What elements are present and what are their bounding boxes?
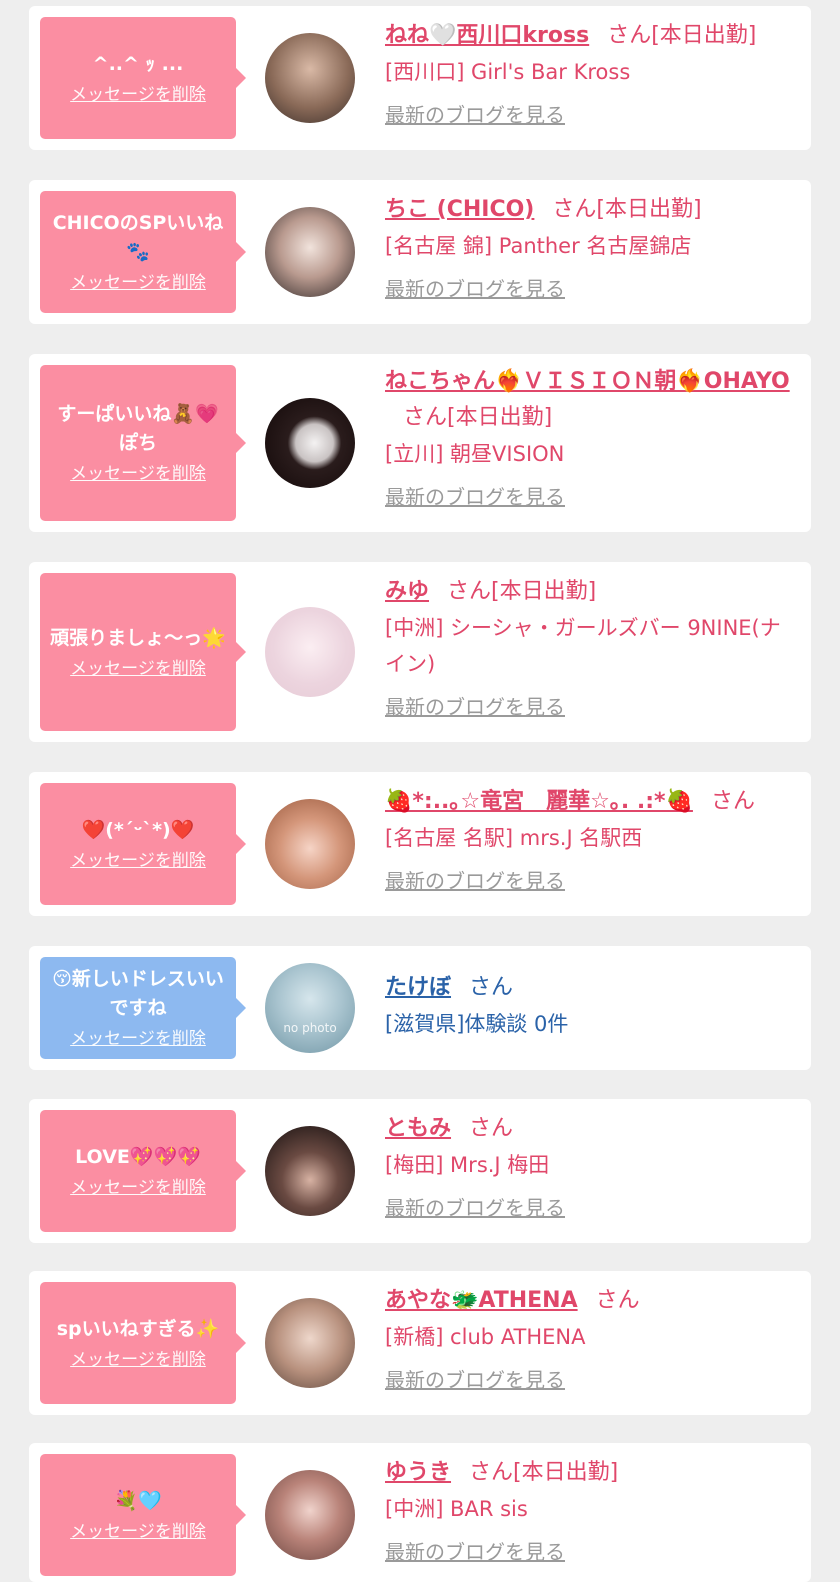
message-bubble: 😚新しいドレスいいですね メッセージを削除 [40,957,246,1059]
shop-name: [名古屋 錦] Panther 名古屋錦店 [385,234,692,258]
delete-message-link[interactable]: メッセージを削除 [70,1027,206,1051]
message-text: 😚新しいドレスいいですね [52,968,224,1019]
shop-name: [中洲] BAR sis [385,1497,528,1521]
latest-blog-link[interactable]: 最新のブログを見る [385,1363,565,1397]
latest-blog-link[interactable]: 最新のブログを見る [385,98,565,132]
message-text: 💐🩵 [114,1489,162,1512]
avatar[interactable] [265,207,355,297]
honorific: さん [403,405,448,430]
user-name-link[interactable]: たけぼ [385,975,451,1000]
delete-message-link[interactable]: メッセージを削除 [70,1176,206,1200]
user-name-link[interactable]: みゆ [385,579,429,604]
message-text: spいいねすぎる✨ [56,1317,220,1340]
delete-message-link[interactable]: メッセージを削除 [70,1520,206,1544]
honorific: さん [607,23,652,48]
shop-name: [梅田] Mrs.J 梅田 [385,1153,550,1177]
message-bubble: 💐🩵 メッセージを削除 [40,1454,246,1576]
user-name-link[interactable]: ともみ [385,1116,451,1141]
message-text: 頑張りましょ〜っ🌟 [50,626,226,649]
avatar[interactable] [265,398,355,488]
latest-blog-link[interactable]: 最新のブログを見る [385,690,565,724]
user-name-link[interactable]: ねね🤍西川口kross [385,23,589,48]
message-bubble: 頑張りましょ〜っ🌟 メッセージを削除 [40,573,246,731]
status-badge: [本日出勤] [447,405,553,430]
status-badge: [本日出勤] [651,23,757,48]
message-bubble: spいいねすぎる✨ メッセージを削除 [40,1282,246,1404]
message-bubble: すーぱいいね🧸💗ぽち メッセージを削除 [40,365,246,521]
honorific: さん [469,975,514,1000]
status-badge: [本日出勤] [491,579,597,604]
message-bubble: LOVE💖💖💖 メッセージを削除 [40,1110,246,1232]
review-count: [滋賀県]体験談 0件 [385,1012,569,1036]
message-text: すーぱいいね🧸💗ぽち [57,403,219,454]
list-item: ^..^ ｯ ... メッセージを削除 ねね🤍西川口kross さん[本日出勤] … [29,6,811,150]
user-name-link[interactable]: ちこ (CHICO) [385,197,534,222]
no-photo-label: no photo [283,1021,337,1035]
honorific: さん [469,1116,514,1141]
list-item: CHICOのSPいいね🐾 メッセージを削除 ちこ (CHICO) さん[本日出勤]… [29,180,811,324]
message-bubble: ❤️(*´ᵕ`*)❤️ メッセージを削除 [40,783,246,905]
list-item: 💐🩵 メッセージを削除 ゆうき さん[本日出勤] [中洲] BAR sis 最新の… [29,1443,811,1582]
list-item: すーぱいいね🧸💗ぽち メッセージを削除 ねこちゃん❤️‍🔥ＶＩＳＩＯＮ朝❤️‍🔥… [29,354,811,532]
latest-blog-link[interactable]: 最新のブログを見る [385,1535,565,1569]
list-item: LOVE💖💖💖 メッセージを削除 ともみ さん [梅田] Mrs.J 梅田 最新の… [29,1099,811,1243]
delete-message-link[interactable]: メッセージを削除 [70,83,206,107]
message-text: LOVE💖💖💖 [75,1145,201,1168]
honorific: さん [595,1288,640,1313]
message-text: ❤️(*´ᵕ`*)❤️ [81,818,195,841]
delete-message-link[interactable]: メッセージを削除 [70,462,206,486]
avatar[interactable] [265,607,355,697]
message-bubble: CHICOのSPいいね🐾 メッセージを削除 [40,191,246,313]
status-badge: [本日出勤] [596,197,702,222]
avatar[interactable] [265,1298,355,1388]
message-text: CHICOのSPいいね🐾 [52,212,224,263]
shop-name: [西川口] Girl's Bar Kross [385,60,631,84]
honorific: さん [710,789,755,814]
honorific: さん [469,1460,514,1485]
avatar[interactable] [265,33,355,123]
delete-message-link[interactable]: メッセージを削除 [70,1348,206,1372]
delete-message-link[interactable]: メッセージを削除 [70,271,206,295]
avatar[interactable] [265,799,355,889]
shop-name: [名古屋 名駅] mrs.J 名駅西 [385,826,643,850]
status-badge: [本日出勤] [513,1460,619,1485]
user-name-link[interactable]: 🍓*:..｡☆竜宮 麗華☆｡. .:*🍓 [385,789,693,814]
list-item: 😚新しいドレスいいですね メッセージを削除 no photo たけぼ さん [滋賀… [29,946,811,1070]
avatar[interactable] [265,1470,355,1560]
delete-message-link[interactable]: メッセージを削除 [70,657,206,681]
message-text: ^..^ ｯ ... [92,52,184,75]
latest-blog-link[interactable]: 最新のブログを見る [385,272,565,306]
latest-blog-link[interactable]: 最新のブログを見る [385,480,565,514]
latest-blog-link[interactable]: 最新のブログを見る [385,864,565,898]
user-name-link[interactable]: ねこちゃん❤️‍🔥ＶＩＳＩＯＮ朝❤️‍🔥OHAYO [385,369,790,394]
message-feed: ^..^ ｯ ... メッセージを削除 ねね🤍西川口kross さん[本日出勤] … [0,0,840,1582]
shop-name: [新橋] club ATHENA [385,1325,586,1349]
shop-name: [中洲] シーシャ・ガールズバー 9NINE(ナイン) [385,616,781,676]
user-name-link[interactable]: あやな🐲ATHENA [385,1288,578,1313]
honorific: さん [552,197,597,222]
user-name-link[interactable]: ゆうき [385,1460,451,1485]
avatar[interactable] [265,1126,355,1216]
list-item: spいいねすぎる✨ メッセージを削除 あやな🐲ATHENA さん [新橋] clu… [29,1271,811,1415]
message-bubble: ^..^ ｯ ... メッセージを削除 [40,17,246,139]
delete-message-link[interactable]: メッセージを削除 [70,849,206,873]
list-item: ❤️(*´ᵕ`*)❤️ メッセージを削除 🍓*:..｡☆竜宮 麗華☆｡. .:*… [29,772,811,916]
shop-name: [立川] 朝昼VISION [385,442,565,466]
avatar[interactable]: no photo [265,963,355,1053]
list-item: 頑張りましょ〜っ🌟 メッセージを削除 みゆ さん[本日出勤] [中洲] シーシャ・… [29,562,811,742]
latest-blog-link[interactable]: 最新のブログを見る [385,1191,565,1225]
honorific: さん [447,579,492,604]
